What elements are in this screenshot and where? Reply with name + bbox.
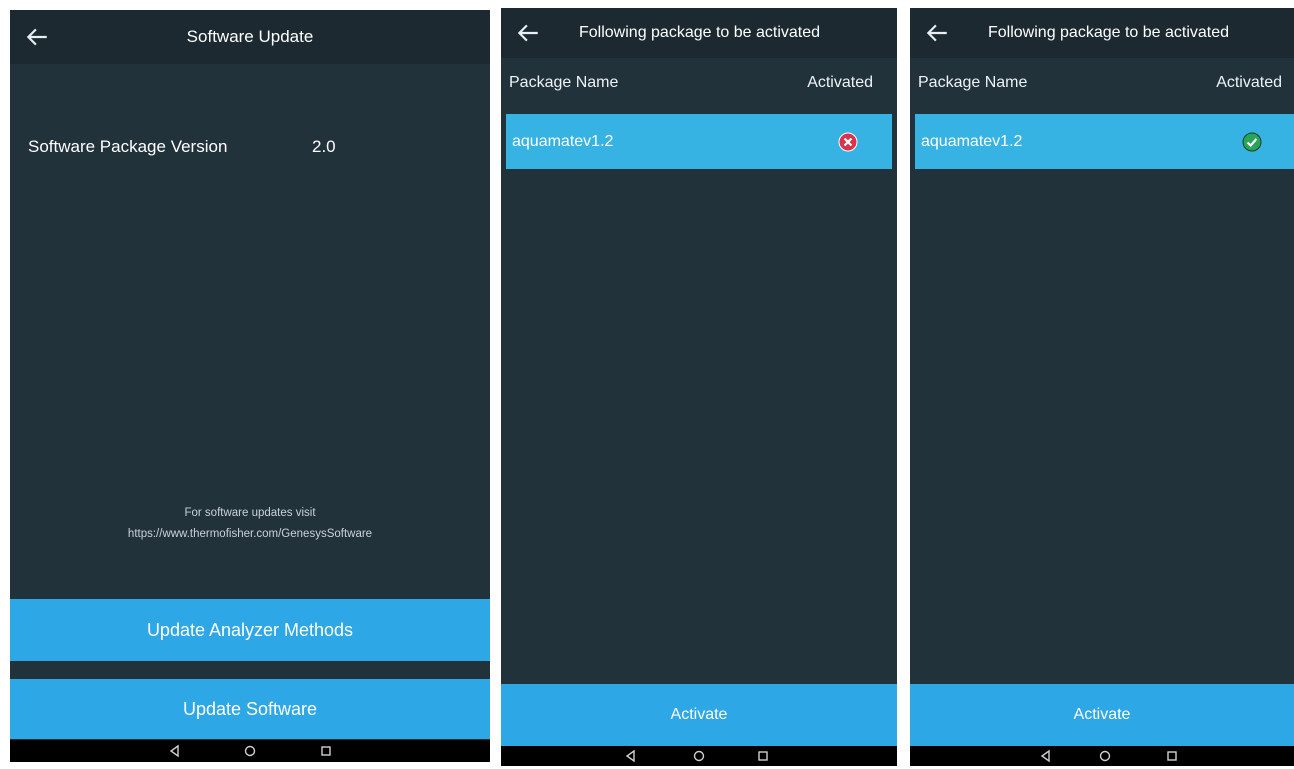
nav-recents-square-icon[interactable] [318,743,334,759]
page-title: Following package to be activated [988,24,1230,41]
top-app-bar: Software Update [10,10,490,64]
column-activated: Activated [807,74,873,91]
check-circle-icon [1242,132,1262,152]
column-package-name: Package Name [509,74,619,91]
package-name: aquamatev1.2 [512,133,614,150]
nav-home-circle-icon[interactable] [242,743,258,759]
footer-url: https://www.thermofisher.com/GenesysSoft… [127,528,373,540]
system-nav-bar [10,740,490,762]
software-update-screen: Software Update Software Package Version… [10,10,490,762]
column-activated: Activated [1216,74,1282,91]
nav-recents-square-icon[interactable] [1164,748,1180,764]
package-row[interactable]: aquamatev1.2 [915,114,1294,169]
top-app-bar: Following package to be activated [910,8,1294,58]
footer-line-1: For software updates visit [184,507,316,519]
top-app-bar: Following package to be activated [501,8,897,58]
arrow-left-icon[interactable] [515,20,541,46]
package-name: aquamatev1.2 [921,133,1023,150]
error-x-icon [838,132,858,152]
page-title: Following package to be activated [579,24,821,41]
nav-recents-square-icon[interactable] [755,748,771,764]
system-nav-bar [501,746,897,766]
activate-package-screen-pending: Following package to be activated Packag… [501,8,897,766]
activate-button[interactable]: Activate [910,684,1294,746]
version-value: 2.0 [312,137,336,156]
system-nav-bar [910,746,1294,766]
update-analyzer-methods-button[interactable]: Update Analyzer Methods [10,599,490,661]
nav-back-triangle-icon[interactable] [167,743,183,759]
package-row[interactable]: aquamatev1.2 [506,114,892,169]
activate-package-screen-done: Following package to be activated Packag… [910,8,1294,766]
nav-home-circle-icon[interactable] [691,748,707,764]
nav-back-triangle-icon[interactable] [1038,748,1054,764]
nav-back-triangle-icon[interactable] [623,748,639,764]
activate-button[interactable]: Activate [501,684,897,746]
nav-home-circle-icon[interactable] [1097,748,1113,764]
page-title: Software Update [186,27,314,46]
arrow-left-icon[interactable] [924,20,950,46]
update-software-button[interactable]: Update Software [10,679,490,739]
column-package-name: Package Name [918,74,1028,91]
version-label: Software Package Version [28,137,228,156]
